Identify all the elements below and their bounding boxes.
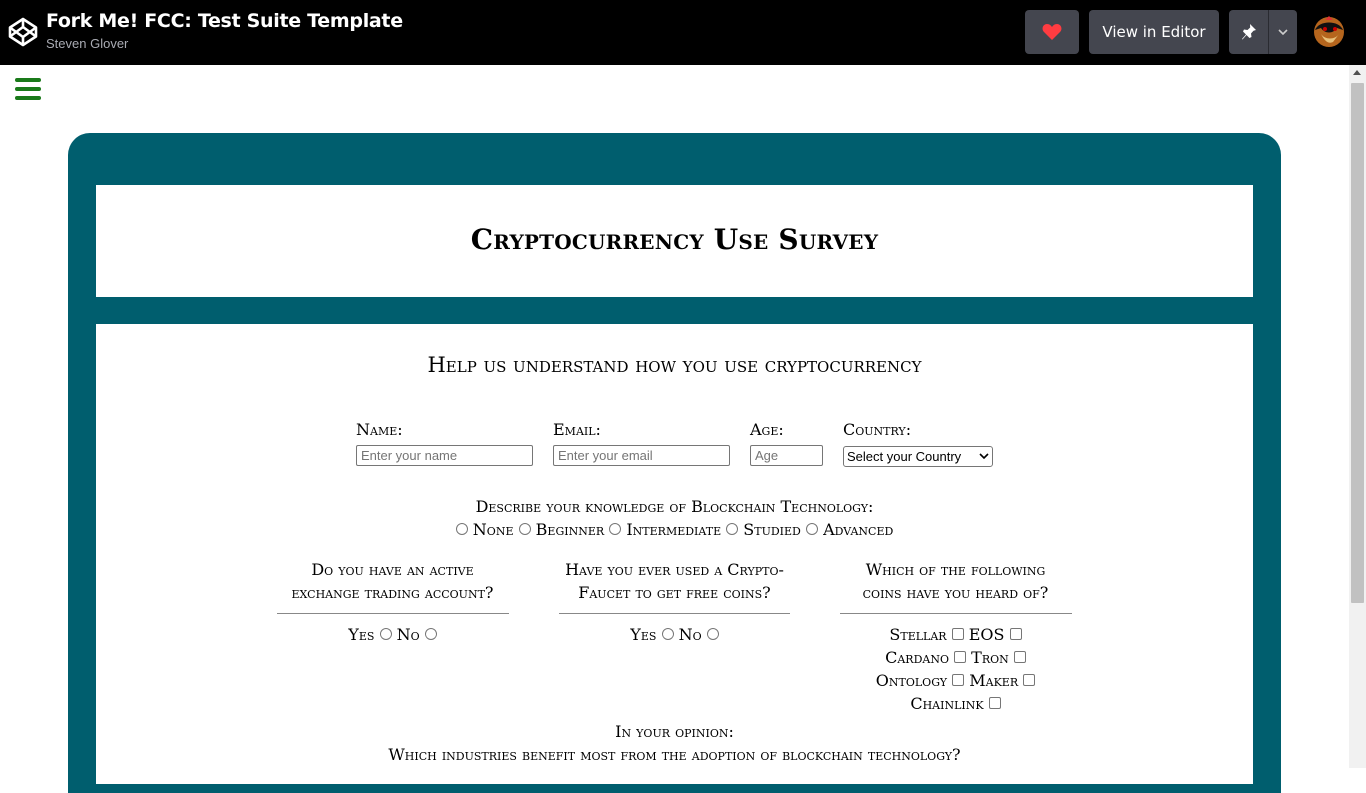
survey-header: Cryptocurrency Use Survey [96,185,1253,297]
radio-none[interactable] [455,523,468,535]
pin-button[interactable] [1229,10,1269,54]
name-input[interactable] [356,445,533,466]
opinion-question: Which industries benefit most from the a… [388,745,961,764]
no-label: No [678,625,702,644]
option-label: Studied [743,520,801,539]
faucet-answers: Yes No [552,625,797,644]
age-input[interactable] [750,445,823,466]
name-label: Name: [356,420,403,439]
question-line: Which of the following [865,560,1046,579]
radio-advanced[interactable] [805,523,818,535]
avatar[interactable] [1309,14,1349,50]
chevron-down-icon [979,453,989,460]
question-line: exchange trading account? [291,583,494,602]
question-line: Have you ever used a Crypto- [565,560,784,579]
radio-exchange-no[interactable] [424,628,437,640]
country-label: Country: [843,420,912,439]
radio-studied[interactable] [726,523,739,535]
coin-label: Ontology [875,671,948,690]
coin-label: Stellar [889,625,947,644]
option-label: Intermediate [626,520,722,539]
coin-label: Maker [969,671,1019,690]
coins-row-4: Chainlink [833,694,1078,713]
coin-label: EOS [968,625,1005,644]
checkbox-maker[interactable] [1023,674,1036,686]
knowledge-options: None Beginner Intermediate Studied Advan… [0,520,1349,539]
pin-icon [1241,24,1256,40]
survey-title: Cryptocurrency Use Survey [470,223,879,256]
radio-intermediate[interactable] [609,523,622,535]
email-input[interactable] [553,445,730,466]
faucet-question: Have you ever used a Crypto- Faucet to g… [552,558,797,604]
question-line: Do you have an active [311,560,474,579]
coin-label: Tron [971,648,1009,667]
country-select-value: Select your Country [847,449,962,464]
coins-row-1: Stellar EOS [833,625,1078,644]
top-bar: Fork Me! FCC: Test Suite Template Steven… [0,0,1366,65]
survey-subtitle: Help us understand how you use cryptocur… [427,353,922,377]
knowledge-question: Describe your knowledge of Blockchain Te… [475,497,874,516]
divider [559,613,790,614]
hamburger-menu-icon[interactable] [15,78,41,100]
no-label: No [396,625,420,644]
scroll-up-arrow-icon[interactable] [1353,70,1361,75]
question-line: Faucet to get free coins? [578,583,771,602]
yes-label: Yes [630,625,657,644]
radio-faucet-no[interactable] [706,628,719,640]
view-in-editor-button[interactable]: View in Editor [1089,10,1219,54]
option-label: None [472,520,514,539]
age-label: Age: [750,420,784,439]
heart-button[interactable] [1025,10,1079,54]
chevron-down-icon [1278,29,1288,36]
opinion-intro: In your opinion: [615,722,734,741]
checkbox-chainlink[interactable] [988,697,1001,709]
codepen-logo-icon[interactable] [8,17,38,47]
coin-label: Chainlink [910,694,984,713]
pin-button-group [1229,10,1297,54]
exchange-question: Do you have an active exchange trading a… [270,558,515,604]
coins-row-2: Cardano Tron [833,648,1078,667]
divider [840,613,1072,614]
checkbox-cardano[interactable] [954,651,967,663]
email-label: Email: [553,420,601,439]
checkbox-ontology[interactable] [952,674,965,686]
pin-dropdown-button[interactable] [1269,10,1297,54]
radio-beginner[interactable] [518,523,531,535]
option-label: Beginner [535,520,605,539]
divider [277,613,509,614]
pen-author[interactable]: Steven Glover [46,36,128,51]
coins-row-3: Ontology Maker [833,671,1078,690]
checkbox-stellar[interactable] [951,628,964,640]
exchange-answers: Yes No [270,625,515,644]
pen-title: Fork Me! FCC: Test Suite Template [46,10,403,32]
radio-exchange-yes[interactable] [379,628,392,640]
survey-form [96,324,1253,784]
coin-label: Cardano [885,648,949,667]
heart-icon [1042,24,1062,40]
yes-label: Yes [348,625,375,644]
checkbox-tron[interactable] [1013,651,1026,663]
checkbox-eos[interactable] [1009,628,1022,640]
country-select[interactable]: Select your Country [843,446,993,467]
option-label: Advanced [823,520,894,539]
question-line: coins have you heard of? [862,583,1049,602]
scrollbar-thumb[interactable] [1351,83,1364,603]
radio-faucet-yes[interactable] [661,628,674,640]
coins-question: Which of the following coins have you he… [833,558,1078,604]
